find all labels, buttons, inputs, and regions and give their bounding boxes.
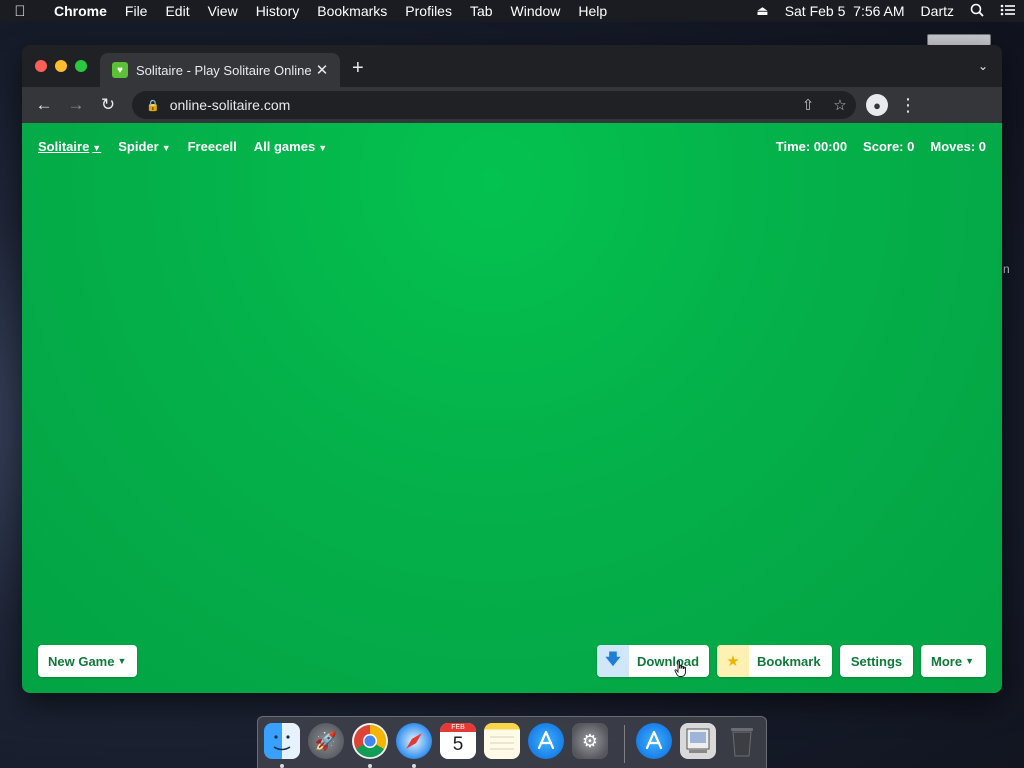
trash-icon[interactable] xyxy=(724,723,760,759)
new-tab-button[interactable]: + xyxy=(352,58,364,78)
app-store-icon[interactable] xyxy=(528,723,564,759)
bookmark-star-icon[interactable]: ☆ xyxy=(824,96,856,114)
hand-pointer-cursor-icon xyxy=(674,660,686,677)
tab-search-chevron-icon[interactable]: ⌄ xyxy=(978,59,988,73)
menu-profiles[interactable]: Profiles xyxy=(396,3,461,19)
migration-assistant-icon[interactable] xyxy=(680,723,716,759)
new-game-button[interactable]: New Game ▼ xyxy=(38,645,137,677)
spotlight-search-icon[interactable] xyxy=(962,3,992,20)
more-button[interactable]: More ▼ xyxy=(921,645,986,677)
solitaire-game-board[interactable]: Solitaire ▼ Spider ▼ Freecell All games ▼ T… xyxy=(22,123,1002,693)
menu-bookmarks[interactable]: Bookmarks xyxy=(308,3,396,19)
chevron-down-icon: ▼ xyxy=(117,656,127,666)
score-readout: Score: 0 xyxy=(863,139,915,154)
notes-icon[interactable] xyxy=(484,723,520,759)
forward-arrow-icon[interactable]: → xyxy=(60,91,92,119)
running-indicator xyxy=(412,764,416,768)
menu-history[interactable]: History xyxy=(247,3,309,19)
menu-help[interactable]: Help xyxy=(569,3,616,19)
menu-window[interactable]: Window xyxy=(502,3,570,19)
menu-bar:  Chrome File Edit View History Bookmark… xyxy=(0,0,1024,22)
reload-icon[interactable]: ↻ xyxy=(92,91,124,119)
download-arrow-icon: 🡇 xyxy=(597,645,629,677)
tab-strip: ♥ Solitaire - Play Solitaire Online ✕ + … xyxy=(22,45,1002,87)
menu-edit[interactable]: Edit xyxy=(156,3,198,19)
browser-toolbar: ← → ↻ 🔒 online-solitaire.com ⇧ ☆ ● ⋮ xyxy=(22,87,1002,123)
apple-icon[interactable]:  xyxy=(0,3,40,20)
running-indicator xyxy=(280,764,284,768)
menubar-clock[interactable]: Sat Feb 5 7:56 AM xyxy=(777,3,913,19)
tab-solitaire[interactable]: ♥ Solitaire - Play Solitaire Online ✕ xyxy=(100,53,340,87)
control-center-icon[interactable] xyxy=(992,3,1024,20)
nav-all-games[interactable]: All games ▼ xyxy=(254,139,327,154)
browser-window: ♥ Solitaire - Play Solitaire Online ✕ + … xyxy=(22,45,1002,693)
tab-close-icon[interactable]: ✕ xyxy=(314,61,330,79)
nav-solitaire[interactable]: Solitaire ▼ xyxy=(38,139,101,154)
game-stats: Time: 00:00 Score: 0 Moves: 0 xyxy=(760,139,986,154)
bookmark-button[interactable]: ★ Bookmark xyxy=(717,645,832,677)
app-store-icon[interactable] xyxy=(636,723,672,759)
window-close-button[interactable] xyxy=(35,60,47,72)
nav-freecell[interactable]: Freecell xyxy=(188,139,237,154)
menu-view[interactable]: View xyxy=(199,3,247,19)
game-nav: Solitaire ▼ Spider ▼ Freecell All games ▼ xyxy=(38,139,344,154)
dock: 🚀 FEB 5 ⚙ xyxy=(257,716,767,768)
moves-readout: Moves: 0 xyxy=(930,139,986,154)
chrome-icon[interactable] xyxy=(352,723,388,759)
profile-avatar-icon[interactable]: ● xyxy=(866,94,888,116)
back-arrow-icon[interactable]: ← xyxy=(28,91,60,119)
share-icon[interactable]: ⇧ xyxy=(792,96,824,114)
chevron-down-icon: ▼ xyxy=(161,143,171,153)
running-indicator xyxy=(368,764,372,768)
settings-button[interactable]: Settings xyxy=(840,645,913,677)
time-readout: Time: 00:00 xyxy=(775,139,848,154)
chevron-down-icon: ▼ xyxy=(92,143,102,153)
menubar-user[interactable]: Dartz xyxy=(913,3,962,19)
dock-separator xyxy=(624,725,625,763)
star-icon: ★ xyxy=(717,645,749,677)
system-preferences-gear-icon[interactable]: ⚙ xyxy=(572,723,608,759)
address-bar[interactable]: 🔒 online-solitaire.com ⇧ ☆ xyxy=(132,91,856,119)
nav-spider[interactable]: Spider ▼ xyxy=(118,139,170,154)
lock-icon[interactable]: 🔒 xyxy=(146,99,160,112)
solitaire-favicon-icon: ♥ xyxy=(112,62,128,78)
safari-compass-icon[interactable] xyxy=(396,723,432,759)
launchpad-rocket-icon[interactable]: 🚀 xyxy=(308,723,344,759)
tab-title: Solitaire - Play Solitaire Online xyxy=(136,62,312,78)
window-zoom-button[interactable] xyxy=(75,60,87,72)
window-minimize-button[interactable] xyxy=(55,60,67,72)
chevron-down-icon: ▼ xyxy=(965,656,974,666)
desktop-partial-label: n xyxy=(1003,262,1010,276)
menu-app-chrome[interactable]: Chrome xyxy=(40,3,116,19)
calendar-icon[interactable]: FEB 5 xyxy=(440,723,476,759)
download-button[interactable]: 🡇 Download xyxy=(597,645,709,677)
chevron-down-icon: ▼ xyxy=(318,143,328,153)
finder-icon[interactable] xyxy=(264,723,300,759)
eject-icon[interactable]: ⏏ xyxy=(748,3,776,19)
chrome-menu-icon[interactable]: ⋮ xyxy=(898,95,918,116)
menu-tab[interactable]: Tab xyxy=(461,3,502,19)
url-text[interactable]: online-solitaire.com xyxy=(170,97,792,113)
menu-file[interactable]: File xyxy=(116,3,157,19)
